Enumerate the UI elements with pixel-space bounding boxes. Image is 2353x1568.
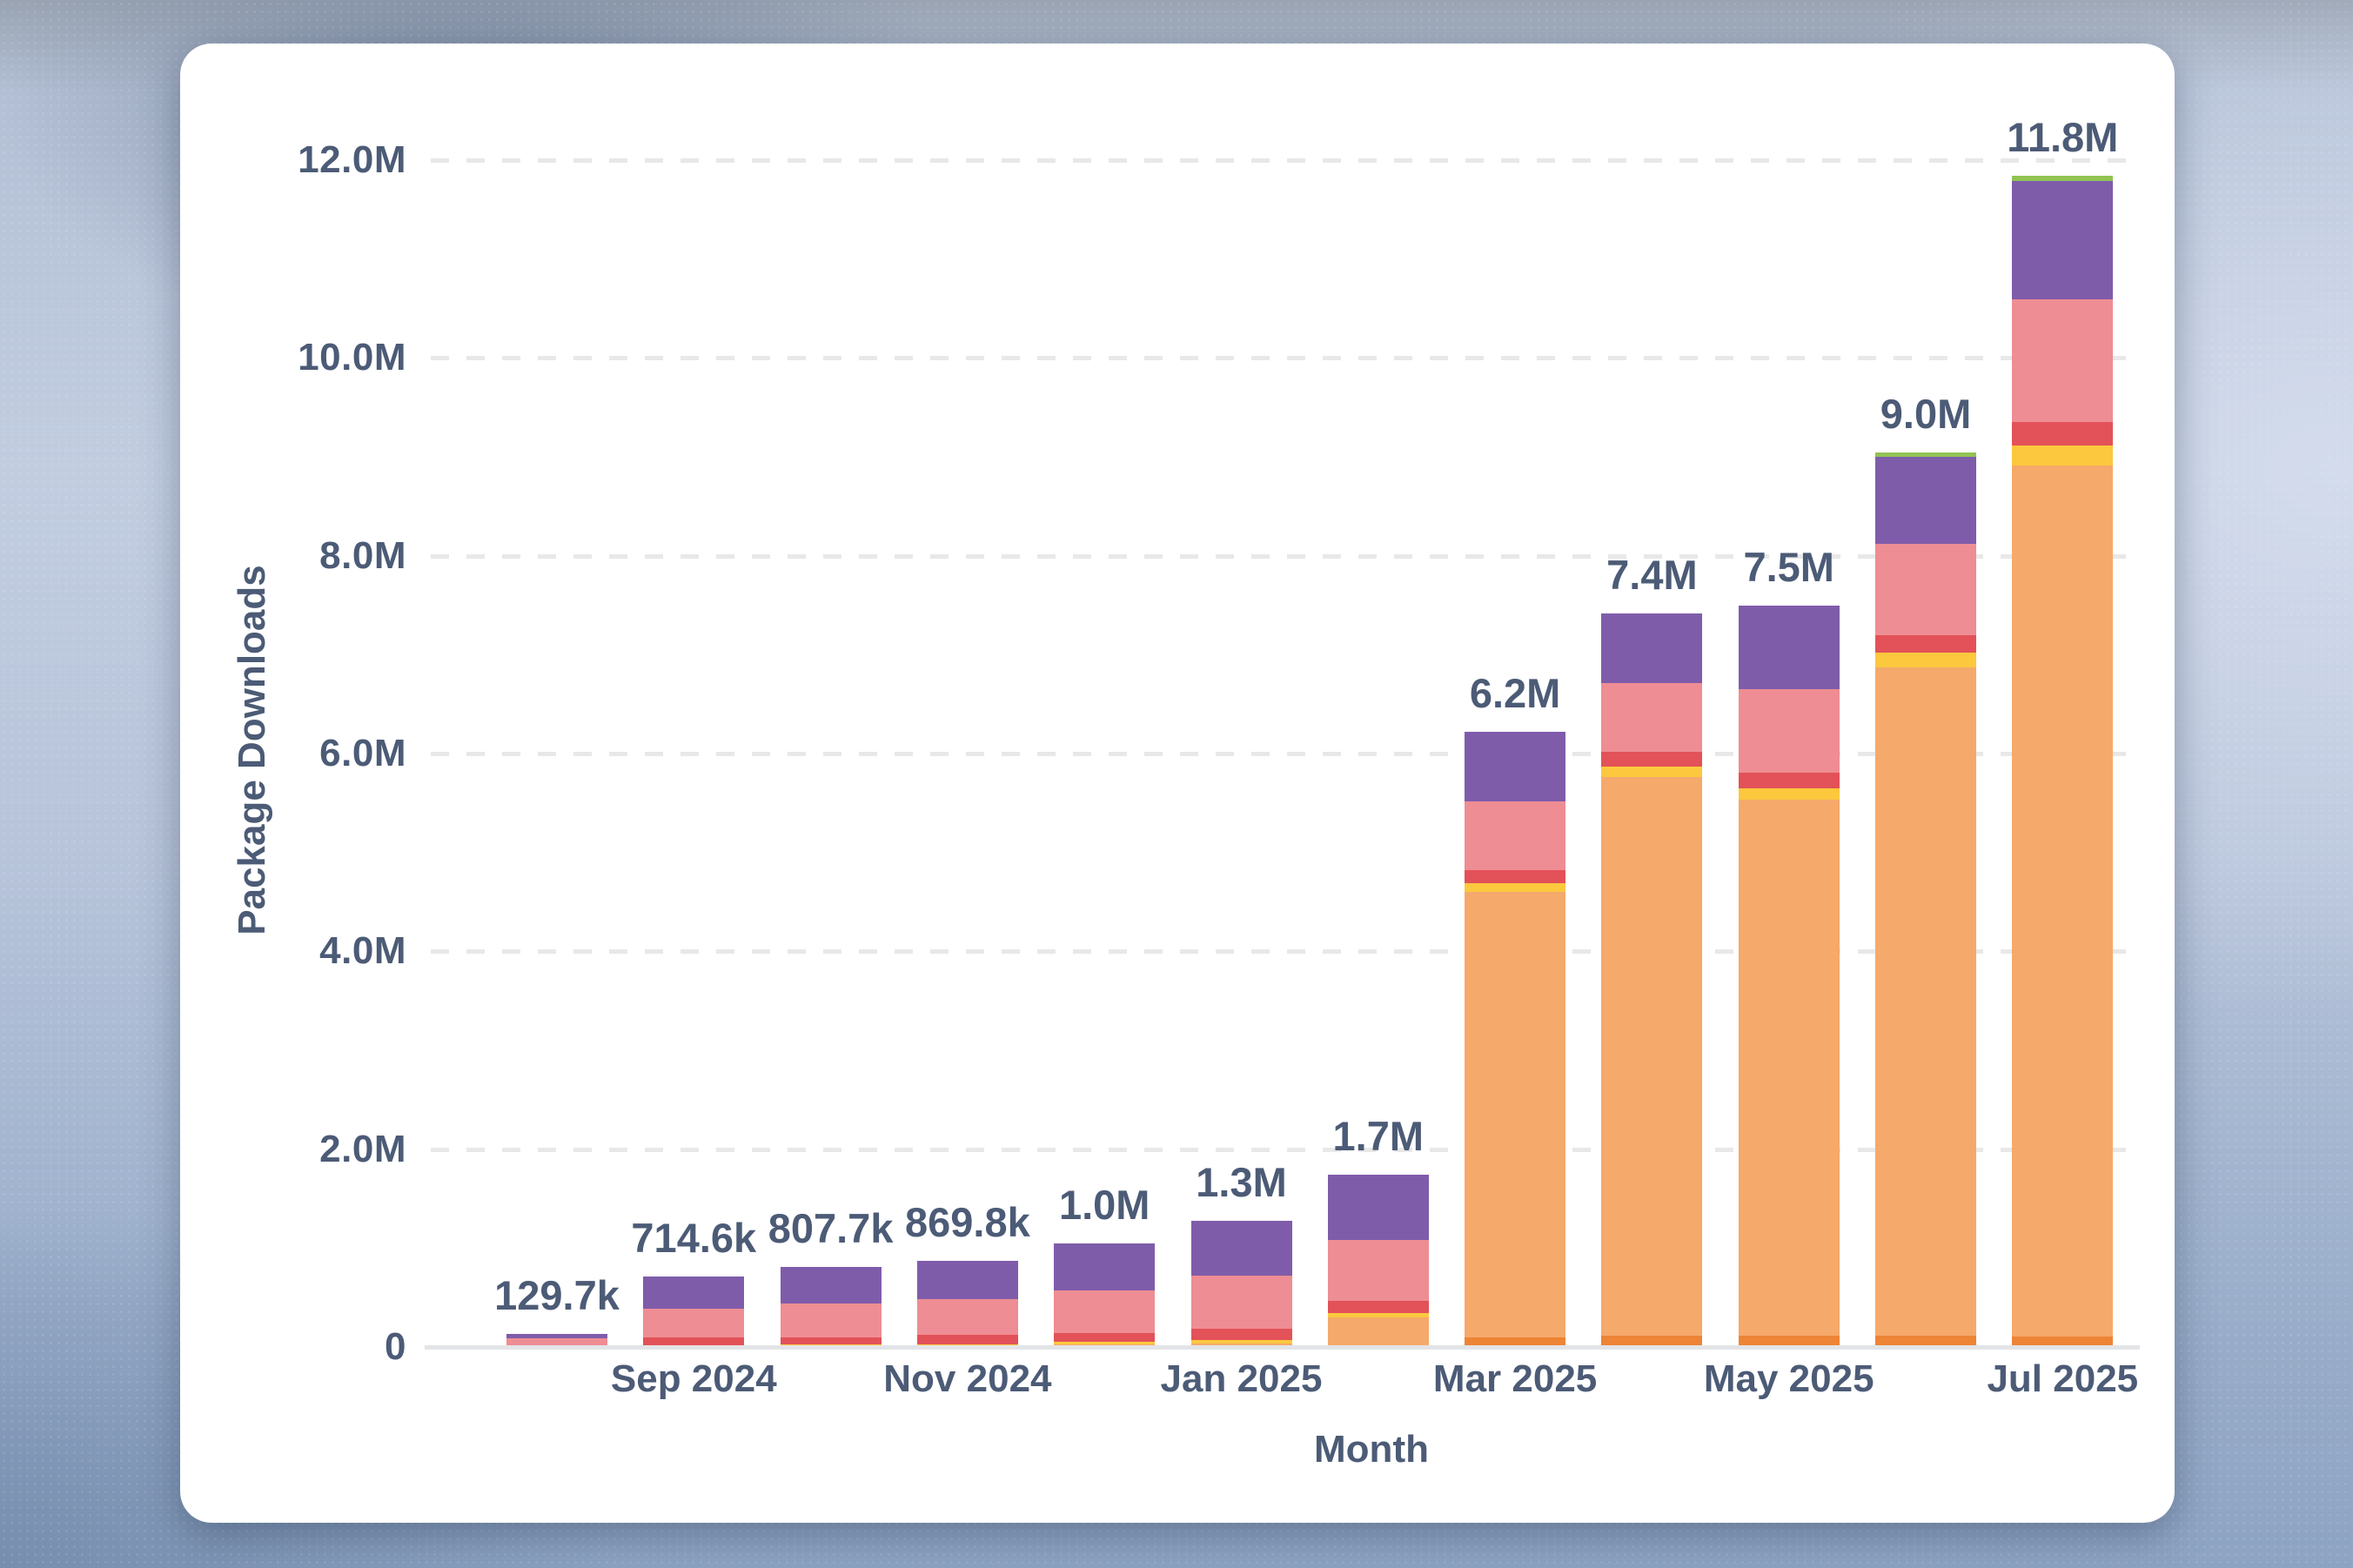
bar-segment-red: [1465, 870, 1565, 883]
bar-total-label: 129.7k: [494, 1271, 620, 1319]
x-axis-title: Month: [1314, 1428, 1429, 1471]
bar-segment-purple: [1465, 732, 1565, 801]
bar-segment-orange: [1601, 777, 1702, 1336]
bar-total-label: 714.6k: [631, 1214, 756, 1262]
bar: [1601, 613, 1702, 1347]
bar-total-label: 7.4M: [1606, 551, 1698, 599]
bar-total-label: 1.0M: [1059, 1181, 1150, 1229]
bar-chart: 0 2.0M 4.0M 6.0M 8.0M 10.0M 12.0M 129.7k714.6k…: [0, 0, 2353, 1568]
bar-segment-pink: [1465, 801, 1565, 870]
bar-segment-red: [781, 1337, 882, 1344]
bar-segment-red: [1191, 1329, 1292, 1340]
bar: [1465, 732, 1565, 1347]
bar-segment-red: [1328, 1301, 1429, 1313]
bar-total-label: 869.8k: [905, 1198, 1030, 1246]
bar: [1875, 452, 1976, 1347]
bar-segment-purple: [1875, 457, 1976, 543]
bar-segment-pink: [1601, 683, 1702, 753]
bar-segment-red: [1875, 635, 1976, 653]
bar-segment-purple: [781, 1267, 882, 1303]
bar-segment-purple: [1054, 1243, 1155, 1290]
bar-segment-yellow: [1054, 1342, 1155, 1344]
bar: [1328, 1175, 1429, 1347]
y-axis-tick-label: 2.0M: [319, 1128, 406, 1171]
bar-segment-yellow: [2012, 446, 2113, 466]
bar-segment-red: [1739, 773, 1840, 788]
bar-segment-purple: [2012, 181, 2113, 298]
y-axis-tick-label: 4.0M: [319, 929, 406, 973]
bar-segment-pink: [917, 1299, 1018, 1335]
bar-segment-pink: [1191, 1276, 1292, 1329]
bar-segment-green: [2012, 176, 2113, 181]
y-axis-tick-label: 6.0M: [319, 732, 406, 775]
x-axis-tick-label: Sep 2024: [611, 1357, 777, 1401]
gridline: [431, 158, 2134, 163]
bar-segment-orange: [1328, 1317, 1429, 1347]
bar-segment-purple: [1739, 606, 1840, 689]
bar-segment-pink: [781, 1303, 882, 1338]
bar-segment-pink: [1875, 544, 1976, 635]
x-axis-tick-label: Mar 2025: [1433, 1357, 1597, 1401]
bar-segment-orange: [1465, 892, 1565, 1338]
y-axis-tick-label: 10.0M: [298, 336, 406, 379]
bar-segment-pink: [1054, 1290, 1155, 1333]
y-axis-title: Package Downloads: [231, 565, 274, 935]
bar-segment-purple: [506, 1334, 607, 1338]
x-axis-tick-label: Jan 2025: [1161, 1357, 1323, 1401]
bar-segment-yellow: [1465, 883, 1565, 892]
bar: [1739, 606, 1840, 1348]
bar-segment-pink: [2012, 299, 2113, 422]
bar-segment-orange: [1739, 800, 1840, 1336]
bar: [643, 1277, 744, 1347]
bar-total-label: 807.7k: [768, 1204, 894, 1252]
bar-segment-red: [1601, 752, 1702, 767]
y-axis-tick-label: 8.0M: [319, 534, 406, 578]
bar: [781, 1267, 882, 1347]
bar-segment-green: [1875, 452, 1976, 457]
bar-segment-yellow: [1601, 767, 1702, 777]
y-axis-tick-label: 12.0M: [298, 138, 406, 182]
bar-total-label: 1.7M: [1333, 1112, 1425, 1160]
bar-segment-purple: [1328, 1175, 1429, 1239]
bar-segment-red: [2012, 422, 2113, 446]
bar: [1191, 1221, 1292, 1347]
x-axis-tick-label: Nov 2024: [883, 1357, 1051, 1401]
bar-total-label: 7.5M: [1743, 543, 1834, 591]
bar-segment-yellow: [1328, 1313, 1429, 1317]
bar-segment-orange: [2012, 466, 2113, 1337]
bar-segment-pink: [643, 1309, 744, 1337]
bar-total-label: 6.2M: [1470, 669, 1561, 717]
bar-segment-purple: [917, 1261, 1018, 1299]
desktop-background: 0 2.0M 4.0M 6.0M 8.0M 10.0M 12.0M 129.7k714.6k…: [0, 0, 2353, 1568]
gridline: [431, 356, 2134, 360]
bar-segment-orange: [1875, 667, 1976, 1336]
bar-segment-red: [917, 1335, 1018, 1344]
bar-segment-yellow: [1739, 788, 1840, 800]
bar-segment-purple: [1191, 1221, 1292, 1276]
bar-segment-pink: [1739, 689, 1840, 774]
y-axis-tick-label: 0: [385, 1325, 406, 1369]
bar-total-label: 11.8M: [2007, 113, 2118, 161]
x-axis-line: [425, 1345, 2140, 1350]
x-axis-tick-label: May 2025: [1704, 1357, 1874, 1401]
bar-segment-pink: [1328, 1240, 1429, 1301]
bar: [917, 1261, 1018, 1347]
bar-segment-yellow: [1191, 1340, 1292, 1344]
bar-segment-red: [643, 1337, 744, 1345]
x-axis-tick-label: Jul 2025: [1987, 1357, 2138, 1401]
bar-segment-purple: [643, 1277, 744, 1309]
bar-segment-yellow: [1875, 653, 1976, 667]
bar-total-label: 1.3M: [1196, 1158, 1287, 1206]
bar-total-label: 9.0M: [1880, 390, 1972, 438]
bar-segment-purple: [1601, 613, 1702, 683]
bar-segment-red: [1054, 1333, 1155, 1343]
bar: [1054, 1243, 1155, 1347]
bar: [2012, 176, 2113, 1347]
